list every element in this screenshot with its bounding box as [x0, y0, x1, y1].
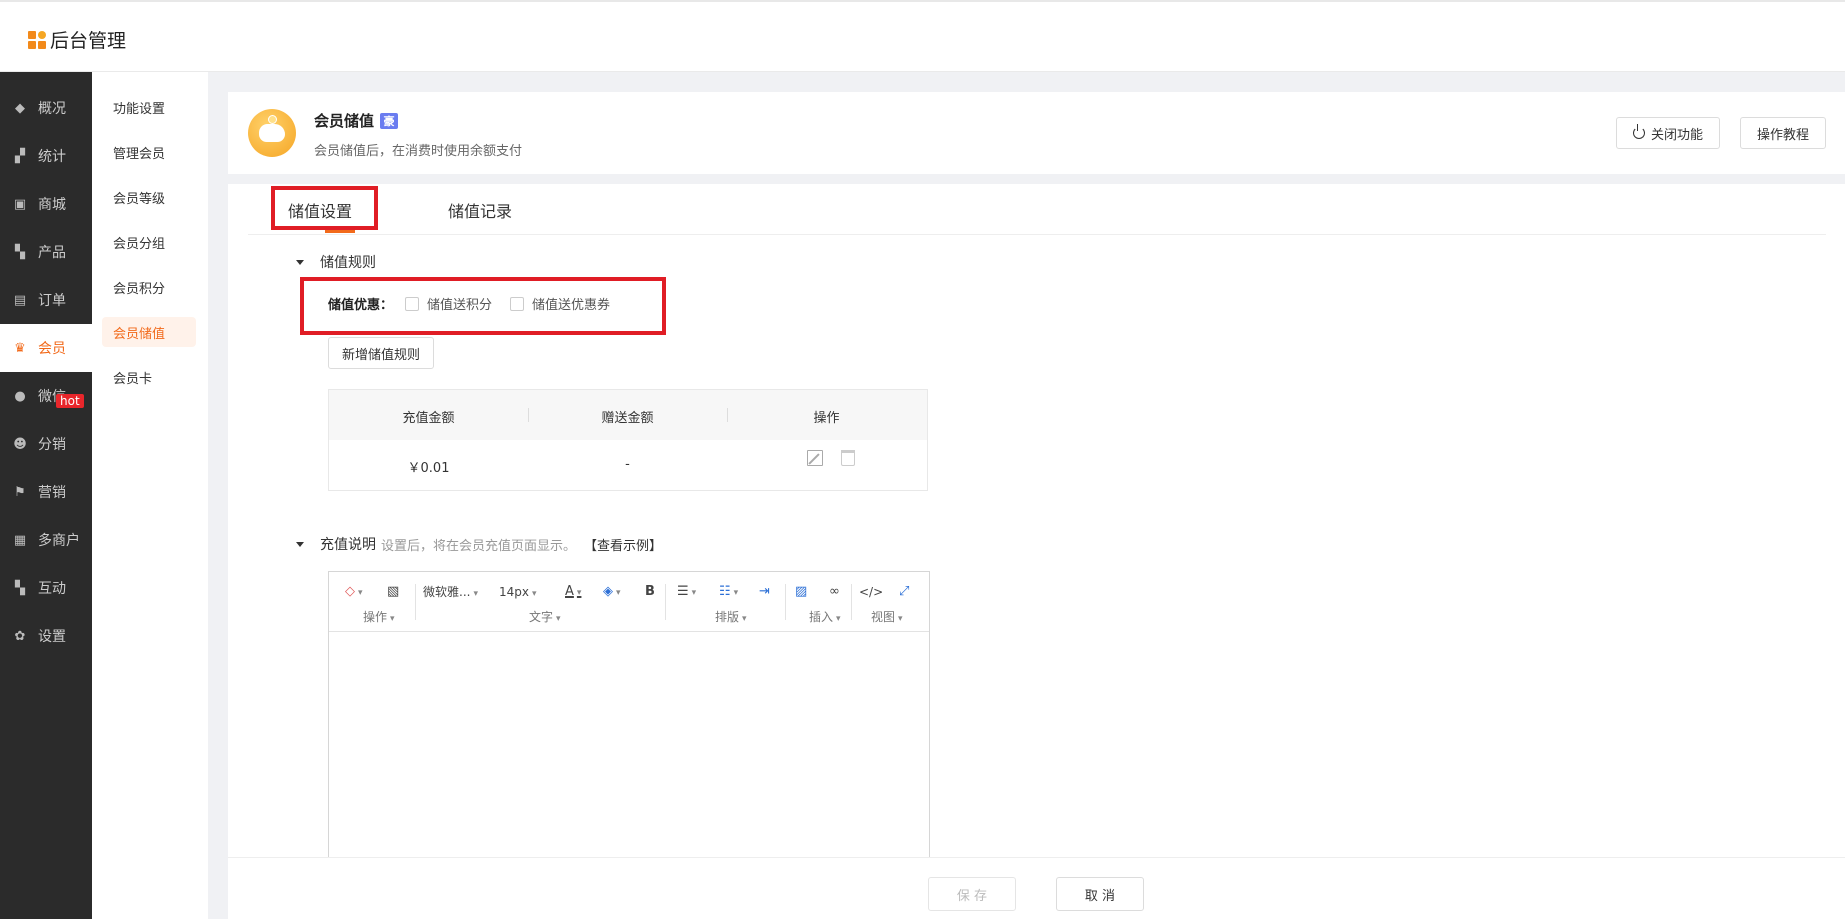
close-function-button[interactable]: 关闭功能 [1616, 117, 1720, 149]
nav-item-multi-merchant[interactable]: ▦ 多商户 [0, 516, 92, 564]
main-nav: ◆ 概况 ▞ 统计 ▣ 商城 ▚ 产品 ▤ 订单 ♛ 会员 ● 微信 ☻ 分销 ⚑ 营销 ▦ 多商户… [0, 72, 92, 919]
tab-stored-value-records[interactable]: 储值记录 [448, 198, 512, 222]
apps-icon: ▚ [15, 580, 25, 596]
nav-item-products[interactable]: ▚ 产品 [0, 228, 92, 276]
footer-bar: 保 存 取 消 [228, 857, 1845, 919]
column-header-gift: 赠送金额 [601, 411, 654, 426]
cell-gift: - [625, 457, 630, 472]
font-size-select[interactable]: 14px [499, 584, 537, 602]
nav-item-orders[interactable]: ▤ 订单 [0, 276, 92, 324]
clipboard-icon: ▤ [13, 292, 27, 308]
fill-color-icon[interactable]: ◈ [603, 584, 621, 601]
chart-icon: ▞ [15, 148, 25, 164]
sub-item-member-card[interactable]: 会员卡 [102, 362, 196, 392]
code-icon[interactable]: </> [859, 584, 883, 600]
font-color-icon[interactable]: A [565, 584, 581, 601]
description-hint: 设置后，将在会员充值页面显示。 [381, 538, 577, 554]
sub-item-function-settings[interactable]: 功能设置 [102, 92, 196, 122]
trash-icon[interactable] [841, 450, 855, 466]
image-icon[interactable]: ▨ [795, 584, 807, 600]
nav-item-interaction[interactable]: ▚ 互动 [0, 564, 92, 612]
column-header-actions: 操作 [813, 411, 840, 426]
bold-icon[interactable]: B [645, 584, 655, 600]
shop-icon: ▣ [13, 196, 27, 212]
align-icon[interactable]: ☰ [677, 584, 696, 601]
brand[interactable]: 后台管理 [28, 26, 126, 53]
link-icon[interactable]: ∞ [829, 584, 840, 600]
list-icon[interactable]: ☷ [719, 584, 738, 601]
active-tab-indicator [325, 230, 355, 233]
group-caption-insert[interactable]: 插入 [809, 608, 841, 625]
sub-item-member-groups[interactable]: 会员分组 [102, 227, 196, 257]
nav-item-marketing[interactable]: ⚑ 营销 [0, 468, 92, 516]
store-icon: ▦ [13, 532, 27, 548]
eraser-icon[interactable]: ◇ [345, 584, 363, 601]
page-title: 会员储值 豪 [314, 110, 399, 131]
section-description-header[interactable]: 充值说明 设置后，将在会员充值页面显示。 【查看示例】 [296, 534, 662, 554]
cancel-button[interactable]: 取 消 [1056, 877, 1144, 911]
row-actions [807, 450, 855, 466]
nav-item-overview[interactable]: ◆ 概况 [0, 84, 92, 132]
toolbar-separator [851, 584, 852, 620]
main-card: 储值设置 储值记录 储值规则 储值优惠： 储值送积分 储值送优惠券 新增储值规则… [228, 184, 1845, 919]
view-example-link[interactable]: 【查看示例】 [584, 535, 662, 554]
grid-icon: ▚ [15, 244, 25, 260]
source-doc-icon[interactable]: ▧ [387, 584, 399, 600]
highlight-box-tab [271, 186, 378, 230]
editor-toolbar: ◇ ▧ 操作 微软雅... 14px A ◈ B 文字 ☰ ☷ ⇥ 排版 ▨ ∞… [329, 572, 929, 632]
toolbar-separator [665, 584, 666, 620]
sub-item-manage-members[interactable]: 管理会员 [102, 137, 196, 167]
page-description: 会员储值后，在消费时使用余额支付 [314, 144, 523, 159]
layers-icon: ◆ [15, 100, 25, 116]
nav-item-distribution[interactable]: ☻ 分销 [0, 420, 92, 468]
fullscreen-icon[interactable]: ⤢ [899, 584, 909, 600]
nav-item-settings[interactable]: ✿ 设置 [0, 612, 92, 660]
toolbar-separator [785, 584, 786, 620]
vip-badge: 豪 [380, 112, 399, 129]
nav-item-members[interactable]: ♛ 会员 [0, 324, 92, 372]
section-rules-header[interactable]: 储值规则 [296, 252, 376, 272]
toolbar-separator [415, 584, 416, 620]
wechat-icon: ● [14, 388, 26, 404]
power-icon [1632, 124, 1645, 139]
top-header: 后台管理 [0, 0, 1845, 72]
feature-header-card: 会员储值 豪 会员储值后，在消费时使用余额支付 关闭功能 操作教程 [228, 92, 1845, 174]
group-caption-view[interactable]: 视图 [871, 608, 903, 625]
crown-icon: ♛ [14, 340, 26, 356]
tutorial-button[interactable]: 操作教程 [1740, 117, 1826, 149]
edit-icon[interactable] [807, 450, 823, 466]
group-caption-text[interactable]: 文字 [529, 608, 561, 625]
font-family-select[interactable]: 微软雅... [423, 584, 478, 602]
group-caption-layout[interactable]: 排版 [715, 608, 747, 625]
sub-nav: 功能设置 管理会员 会员等级 会员分组 会员积分 会员储值 会员卡 [92, 72, 208, 919]
column-header-amount: 充值金额 [402, 411, 455, 426]
table-header: 充值金额 赠送金额 操作 [329, 390, 927, 440]
brand-logo-icon [28, 30, 46, 49]
cell-amount: ￥0.01 [407, 461, 450, 476]
caret-down-icon [296, 541, 304, 547]
flag-icon: ⚑ [14, 484, 26, 500]
piggy-bank-icon [248, 109, 296, 157]
hot-badge: hot [56, 394, 84, 408]
sub-item-member-stored-value[interactable]: 会员储值 [102, 317, 196, 347]
brand-name: 后台管理 [50, 30, 127, 52]
indent-icon[interactable]: ⇥ [759, 584, 770, 600]
add-rule-button[interactable]: 新增储值规则 [328, 337, 434, 369]
highlight-box-promo [300, 277, 666, 335]
sub-item-member-points[interactable]: 会员积分 [102, 272, 196, 302]
sub-item-member-levels[interactable]: 会员等级 [102, 182, 196, 212]
users-icon: ☻ [13, 436, 27, 452]
nav-item-mall[interactable]: ▣ 商城 [0, 180, 92, 228]
nav-item-statistics[interactable]: ▞ 统计 [0, 132, 92, 180]
tab-bar: 储值设置 储值记录 [248, 184, 1826, 235]
save-button[interactable]: 保 存 [928, 877, 1016, 911]
gear-icon: ✿ [14, 628, 26, 644]
group-caption-operation[interactable]: 操作 [363, 608, 395, 625]
rules-table: 充值金额 赠送金额 操作 ￥0.01 - [328, 389, 928, 491]
caret-down-icon [296, 259, 304, 265]
